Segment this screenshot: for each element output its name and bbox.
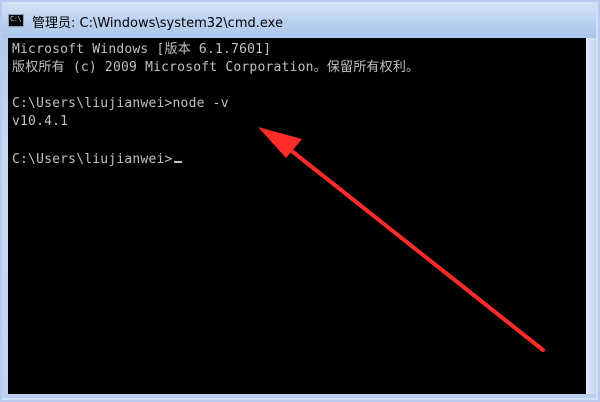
arrow-shaft bbox=[286, 146, 545, 352]
red-arrow-annotation bbox=[258, 127, 545, 352]
